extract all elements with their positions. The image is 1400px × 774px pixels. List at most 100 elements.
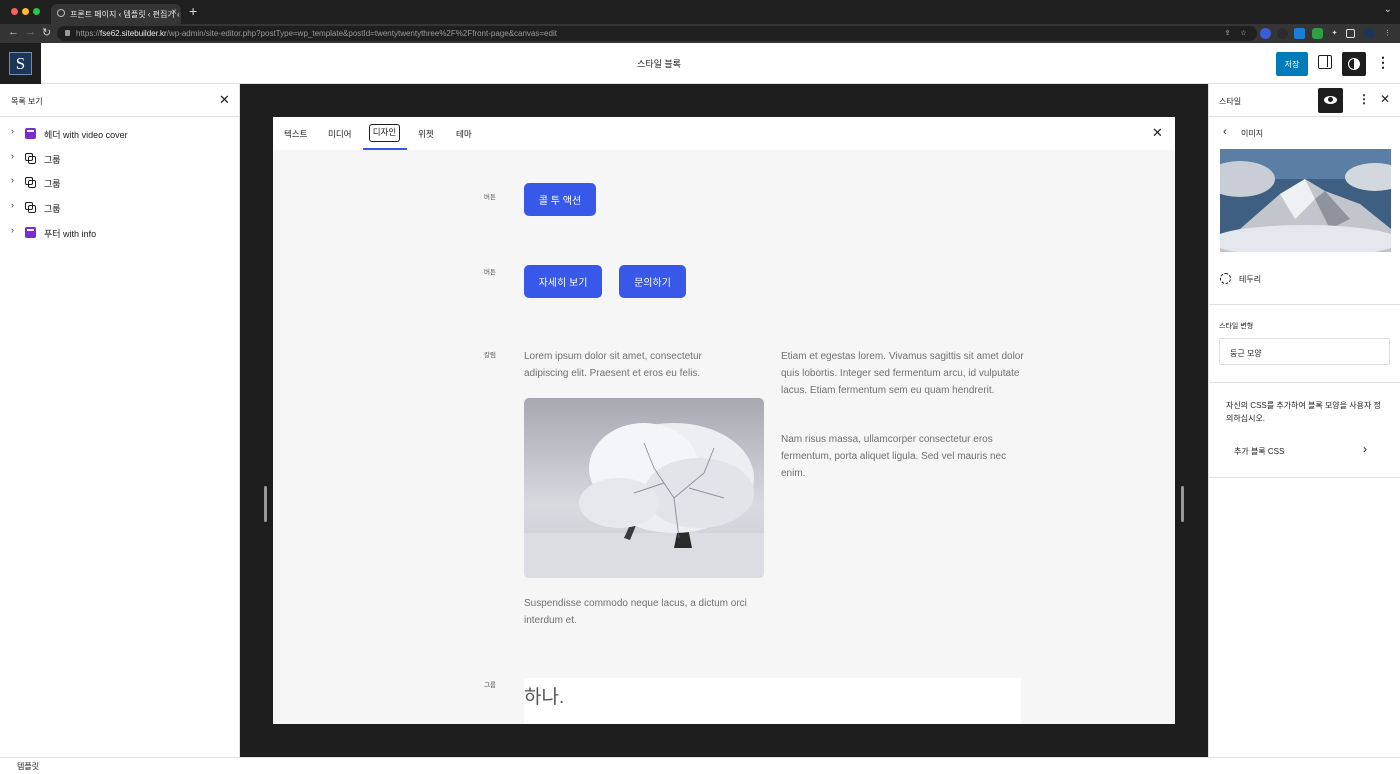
styles-button[interactable] — [1342, 52, 1366, 76]
border-icon — [1220, 273, 1231, 284]
tab-media[interactable]: 미디어 — [328, 128, 351, 140]
learn-more-button[interactable]: 자세히 보기 — [524, 265, 602, 298]
section-label-buttons: 버튼 — [484, 269, 496, 276]
share-icon[interactable]: ⇪ — [1222, 28, 1233, 39]
styles-panel-header: 스타일 ⋮ ✕ — [1209, 84, 1400, 117]
group-icon — [25, 177, 36, 188]
chevron-right-icon[interactable]: › — [11, 200, 14, 210]
extension-icon[interactable] — [1260, 28, 1271, 39]
resize-handle-right[interactable] — [1181, 486, 1184, 522]
active-tab-indicator — [363, 148, 407, 150]
tab-theme[interactable]: 테마 — [456, 128, 472, 140]
breadcrumb[interactable]: 템플릿 — [17, 761, 39, 772]
tab-design[interactable]: 디자인 — [369, 124, 400, 142]
close-icon[interactable]: ✕ — [1152, 125, 1163, 141]
group-block[interactable]: 하나. — [524, 678, 1021, 724]
url-prefix: https:// — [76, 29, 101, 38]
chevron-right-icon[interactable]: › — [11, 225, 14, 235]
eye-icon — [1324, 96, 1337, 104]
list-item[interactable]: › 그룹 — [0, 149, 240, 169]
more-options-icon[interactable]: ⋮ — [1358, 92, 1370, 106]
custom-css-description: 자신의 CSS를 추가하여 블록 모양을 사용자 정의하십시오. — [1226, 401, 1381, 423]
contact-button[interactable]: 문의하기 — [619, 265, 686, 298]
list-item-label: 그룹 — [44, 204, 61, 214]
tab-widgets[interactable]: 위젯 — [418, 128, 434, 140]
back-arrow-icon[interactable]: ← — [8, 26, 19, 38]
section-label-columns: 칼럼 — [484, 352, 496, 359]
list-item[interactable]: › 헤더 with video cover — [0, 124, 240, 144]
browser-tab[interactable]: 프론트 페이지 ‹ 템플릿 ‹ 편집기 ‹ F × — [51, 4, 181, 24]
editor-header: S 스타일 블록 저장 ⋮ — [0, 43, 1400, 84]
browser-toolbar: ← → ↻ https://fse62.sitebuilder.kr/wp-ad… — [0, 24, 1400, 43]
chevron-right-icon[interactable]: › — [1363, 442, 1367, 456]
profile-avatar[interactable] — [1364, 28, 1375, 39]
list-view-panel: 목록 보기 ✕ › 헤더 with video cover › 그룹 › 그룹 … — [0, 84, 240, 757]
image-caption: Suspendisse commodo neque lacus, a dictu… — [524, 598, 747, 626]
resize-handle-left[interactable] — [264, 486, 267, 522]
style-book-tabs: 텍스트 미디어 디자인 위젯 테마 ✕ — [273, 117, 1175, 150]
extension-icon[interactable] — [1312, 28, 1323, 39]
close-window-button[interactable] — [11, 8, 18, 15]
chevron-right-icon[interactable]: › — [11, 126, 14, 136]
options-menu-icon[interactable]: ⋮ — [1376, 55, 1390, 69]
address-bar[interactable]: https://fse62.sitebuilder.kr/wp-admin/si… — [57, 26, 1257, 41]
chevron-right-icon[interactable]: › — [11, 175, 14, 185]
document-title[interactable]: 스타일 블록 — [0, 57, 1318, 70]
puzzle-extensions-icon[interactable]: ✦ — [1329, 28, 1340, 39]
list-item[interactable]: › 그룹 — [0, 198, 240, 218]
close-icon[interactable]: ✕ — [219, 92, 230, 108]
divider — [1209, 477, 1400, 478]
forward-arrow-icon[interactable]: → — [25, 26, 36, 38]
section-label-group: 그룹 — [484, 682, 496, 689]
list-item[interactable]: › 그룹 — [0, 173, 240, 193]
reload-icon[interactable]: ↻ — [42, 26, 51, 39]
chevron-down-icon[interactable]: ⌄ — [1384, 4, 1392, 15]
maximize-window-button[interactable] — [33, 8, 40, 15]
style-book-toggle[interactable] — [1318, 88, 1343, 113]
list-item-label: 그룹 — [44, 179, 61, 189]
list-item[interactable]: › 푸터 with info — [0, 223, 240, 243]
chevron-right-icon[interactable]: › — [11, 151, 14, 161]
url-path: /wp-admin/site-editor.php?postType=wp_te… — [166, 29, 557, 38]
style-book: 텍스트 미디어 디자인 위젯 테마 ✕ 버튼 콜 투 액션 버튼 자세히 보기 … — [273, 117, 1175, 724]
settings-sidebar-icon[interactable] — [1318, 55, 1332, 69]
bookmark-star-icon[interactable]: ☆ — [1238, 28, 1249, 39]
close-tab-icon[interactable]: × — [171, 7, 177, 18]
extension-icon[interactable] — [1277, 28, 1288, 39]
url-host: fse62.sitebuilder.kr — [100, 29, 167, 38]
group-icon — [25, 202, 36, 213]
lock-icon — [65, 30, 70, 36]
back-chevron-icon[interactable]: ‹ — [1223, 126, 1227, 138]
group-icon — [25, 153, 36, 164]
contrast-icon — [1348, 58, 1360, 70]
close-icon[interactable]: ✕ — [1380, 92, 1390, 106]
save-button[interactable]: 저장 — [1276, 52, 1308, 76]
list-item-label: 그룹 — [44, 155, 61, 165]
border-control-label[interactable]: 테두리 — [1239, 274, 1261, 285]
list-item-label: 헤더 with video cover — [44, 130, 128, 140]
snow-tree-image[interactable] — [524, 398, 764, 578]
browser-tab-strip: 프론트 페이지 ‹ 템플릿 ‹ 편집기 ‹ F × + ⌄ — [0, 0, 1400, 24]
browser-menu-icon[interactable]: ⋮ — [1382, 28, 1393, 39]
template-part-icon — [25, 128, 36, 139]
side-panel-icon[interactable] — [1346, 29, 1355, 38]
column-paragraph: Lorem ipsum dolor sit amet, consectetur … — [524, 351, 702, 379]
styles-panel-title: 스타일 — [1219, 97, 1242, 106]
browser-tab-title: 프론트 페이지 ‹ 템플릿 ‹ 편집기 ‹ F — [70, 10, 181, 19]
new-tab-button[interactable]: + — [189, 3, 197, 19]
block-name: 이미지 — [1241, 129, 1264, 138]
call-to-action-button[interactable]: 콜 투 액션 — [524, 183, 596, 216]
tab-text[interactable]: 텍스트 — [284, 128, 307, 140]
additional-css-button[interactable]: 추가 블록 CSS — [1234, 446, 1284, 457]
column-paragraph: Nam risus massa, ullamcorper consectetur… — [781, 434, 1007, 479]
style-variation-rounded[interactable]: 둥근 모양 — [1219, 338, 1390, 365]
style-variations-label: 스타일 변형 — [1219, 323, 1254, 330]
wordpress-favicon-icon — [57, 9, 65, 17]
list-view-title: 목록 보기 — [11, 97, 43, 106]
column-paragraph: Etiam et egestas lorem. Vivamus sagittis… — [781, 351, 1024, 396]
minimize-window-button[interactable] — [22, 8, 29, 15]
template-part-icon — [25, 227, 36, 238]
extension-icon[interactable] — [1294, 28, 1305, 39]
divider — [1209, 382, 1400, 383]
group-heading: 하나. — [524, 687, 565, 708]
